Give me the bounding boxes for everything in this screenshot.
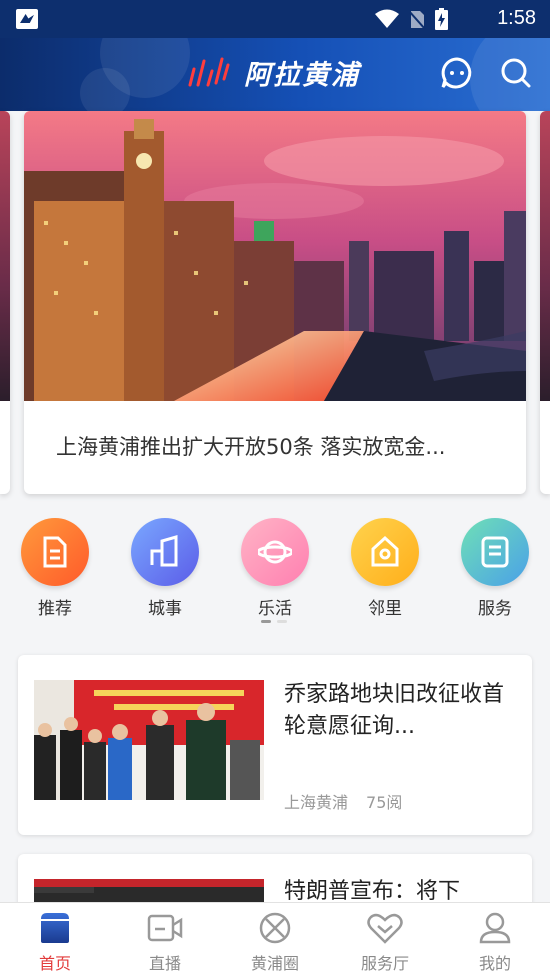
search-icon[interactable] — [499, 56, 533, 90]
category-leisure[interactable]: 乐活 — [230, 518, 320, 619]
category-label: 邻里 — [368, 599, 402, 619]
nav-service-hall[interactable]: 服务厅 — [330, 903, 440, 979]
category-city[interactable]: 城事 — [120, 518, 210, 619]
document-icon — [21, 518, 89, 586]
carousel-card-next[interactable] — [540, 111, 550, 494]
user-icon — [479, 912, 511, 944]
nav-mine[interactable]: 我的 — [440, 903, 550, 979]
app-header: 阿拉黄浦 — [0, 38, 550, 111]
home-icon — [41, 913, 69, 943]
logo-mark-icon — [188, 57, 230, 86]
news-headline: 乔家路地块旧改征收首轮意愿征询... — [284, 682, 505, 739]
bottom-navigation: 首页 直播 黄浦圈 服务厅 我的 — [0, 902, 550, 979]
message-icon[interactable] — [440, 56, 474, 90]
news-meta: 上海黄浦 75阅 — [284, 789, 402, 813]
wifi-icon — [375, 9, 399, 28]
building-icon — [131, 518, 199, 586]
news-reads: 75阅 — [366, 793, 403, 812]
nav-label: 直播 — [148, 954, 181, 973]
app-logo: 阿拉黄浦 — [186, 53, 360, 92]
home-location-icon — [351, 518, 419, 586]
nav-home[interactable]: 首页 — [0, 903, 110, 979]
notification-app-icon — [16, 9, 38, 29]
category-service[interactable]: 服务 — [450, 518, 540, 619]
no-sim-icon — [409, 10, 425, 29]
nav-label: 黄浦圈 — [250, 954, 299, 973]
category-label: 乐活 — [258, 599, 292, 619]
category-row: 推荐 城事 乐活 邻里 服务 — [0, 518, 550, 628]
carousel-card[interactable]: 上海黄浦推出扩大开放50条 落实放宽金... — [24, 111, 526, 494]
news-thumbnail — [34, 680, 264, 810]
category-page-indicator — [261, 620, 287, 623]
news-card[interactable]: 乔家路地块旧改征收首轮意愿征询... 上海黄浦 75阅 — [18, 655, 532, 835]
nav-label: 我的 — [478, 954, 511, 973]
header-decoration — [80, 68, 130, 111]
banner-caption: 上海黄浦推出扩大开放50条 落实放宽金... — [56, 435, 446, 459]
nav-live[interactable]: 直播 — [110, 903, 220, 979]
nav-label: 首页 — [38, 954, 71, 973]
status-bar: 1:58 — [0, 0, 550, 38]
category-neighborhood[interactable]: 邻里 — [340, 518, 430, 619]
app-title: 阿拉黄浦 — [244, 60, 360, 91]
category-label: 服务 — [478, 599, 512, 619]
carousel-card-previous[interactable] — [0, 111, 10, 494]
nav-label: 服务厅 — [360, 954, 409, 973]
banner-carousel[interactable]: 上海黄浦推出扩大开放50条 落实放宽金... — [0, 111, 550, 501]
category-label: 城事 — [148, 599, 182, 619]
battery-charging-icon — [435, 8, 448, 30]
banner-image — [24, 111, 526, 401]
list-doc-icon — [461, 518, 529, 586]
category-recommend[interactable]: 推荐 — [10, 518, 100, 619]
planet-icon — [241, 518, 309, 586]
system-icons — [375, 8, 448, 30]
clock: 1:58 — [497, 7, 536, 29]
video-icon — [147, 914, 183, 942]
circle-icon — [259, 912, 291, 944]
heart-hand-icon — [367, 913, 403, 944]
news-source: 上海黄浦 — [284, 793, 349, 812]
category-label: 推荐 — [38, 599, 72, 619]
nav-huangpu-circle[interactable]: 黄浦圈 — [220, 903, 330, 979]
